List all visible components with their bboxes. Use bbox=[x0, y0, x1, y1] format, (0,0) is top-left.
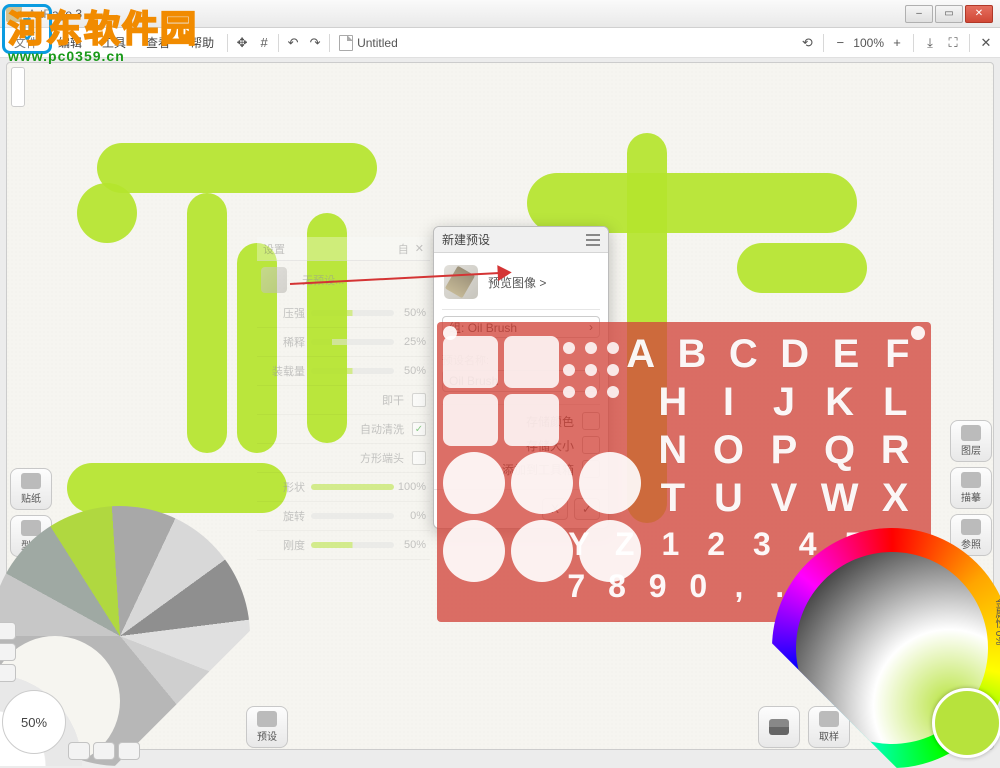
dialog-title: 新建预设 bbox=[442, 231, 490, 248]
separator bbox=[278, 34, 279, 52]
square-label: 方形端头 bbox=[360, 450, 404, 466]
zoom-reset-icon[interactable]: ⟲ bbox=[797, 32, 817, 54]
separator bbox=[329, 34, 330, 52]
maximize-button[interactable]: ▭ bbox=[935, 5, 963, 23]
settings-title: 设置 bbox=[263, 241, 398, 257]
zoom-controls: ⟲ − 100% + ⤓ ⛶ ✕ bbox=[797, 32, 996, 54]
current-color-swatch[interactable] bbox=[932, 688, 1000, 758]
tool-chip[interactable] bbox=[118, 742, 140, 760]
presets-button[interactable]: 预设 bbox=[246, 706, 288, 748]
pressure-slider[interactable] bbox=[311, 310, 394, 316]
rotation-value: 0% bbox=[394, 510, 426, 522]
square-checkbox[interactable] bbox=[412, 451, 426, 465]
autoclean-checkbox[interactable]: ✓ bbox=[412, 422, 426, 436]
layers-button[interactable]: 图层 bbox=[950, 420, 992, 462]
redo-icon[interactable]: ↷ bbox=[304, 32, 326, 54]
zoom-level[interactable]: 100% bbox=[853, 36, 884, 50]
document-title: Untitled bbox=[357, 36, 398, 50]
minimize-button[interactable]: – bbox=[905, 5, 933, 23]
tracing-button[interactable]: 描摹 bbox=[950, 467, 992, 509]
watermark: ⇩ 河东软件园 www.pc0359.cn bbox=[4, 0, 198, 64]
document-icon bbox=[339, 35, 353, 51]
canvas-handle[interactable] bbox=[11, 67, 25, 107]
settings-reset[interactable]: 自 bbox=[398, 241, 409, 257]
paint-stroke bbox=[77, 183, 137, 243]
loading-value: 50% bbox=[394, 365, 426, 377]
paint-stroke bbox=[187, 193, 227, 453]
footprint-icon bbox=[21, 473, 41, 489]
loading-label: 装载量 bbox=[261, 363, 311, 379]
separator bbox=[913, 34, 914, 52]
instadry-label: 即干 bbox=[382, 392, 404, 408]
tool-chip[interactable] bbox=[68, 742, 90, 760]
fullscreen-icon[interactable]: ⛶ bbox=[943, 32, 963, 54]
undo-icon[interactable]: ↶ bbox=[282, 32, 304, 54]
layers-icon bbox=[961, 425, 981, 441]
grid-icon[interactable]: # bbox=[253, 32, 275, 54]
settings-close-icon[interactable]: ✕ bbox=[415, 242, 424, 255]
tracing-icon bbox=[961, 472, 981, 488]
document-tab[interactable]: Untitled bbox=[333, 35, 404, 51]
zoom-fit-icon[interactable]: ⤓ bbox=[920, 32, 940, 54]
dialog-menu-icon[interactable] bbox=[586, 234, 600, 246]
paint-stroke bbox=[737, 243, 867, 293]
stickers-button[interactable]: 贴纸 bbox=[10, 468, 52, 510]
rotation-label: 旋转 bbox=[261, 508, 311, 524]
panel-close-icon[interactable]: ✕ bbox=[976, 32, 996, 54]
tool-picker-wheel[interactable]: 50% bbox=[0, 506, 250, 766]
zoom-out-icon[interactable]: − bbox=[830, 32, 850, 54]
thinners-value: 25% bbox=[394, 336, 426, 348]
tool-chip[interactable] bbox=[0, 643, 16, 661]
separator bbox=[969, 34, 970, 52]
autoclean-label: 自动清洗 bbox=[360, 421, 404, 437]
zoom-in-icon[interactable]: + bbox=[887, 32, 907, 54]
aspect-label: 形状 bbox=[261, 479, 311, 495]
brush-thumbnail-icon bbox=[261, 267, 287, 293]
stiffness-value: 50% bbox=[394, 539, 426, 551]
separator bbox=[823, 34, 824, 52]
move-tool-icon[interactable]: ✥ bbox=[231, 32, 253, 54]
aspect-value: 100% bbox=[394, 481, 426, 493]
tool-chip[interactable] bbox=[0, 664, 16, 682]
aspect-slider[interactable] bbox=[311, 484, 394, 490]
tool-chip[interactable] bbox=[93, 742, 115, 760]
separator bbox=[227, 34, 228, 52]
color-picker-wheel[interactable]: 金属性 0% bbox=[772, 528, 1000, 768]
rotation-slider[interactable] bbox=[311, 513, 394, 519]
pressure-label: 压强 bbox=[261, 305, 311, 321]
instadry-checkbox[interactable] bbox=[412, 393, 426, 407]
close-button[interactable]: ✕ bbox=[965, 5, 993, 23]
metallic-slider[interactable]: 金属性 0% bbox=[990, 562, 1000, 682]
tool-chip[interactable] bbox=[0, 622, 16, 640]
brush-size-dial[interactable]: 50% bbox=[2, 690, 66, 754]
loading-slider[interactable] bbox=[311, 368, 394, 374]
presets-icon bbox=[257, 711, 277, 727]
pressure-value: 50% bbox=[394, 307, 426, 319]
watermark-text: 河东软件园 bbox=[8, 0, 198, 52]
stiffness-slider[interactable] bbox=[311, 542, 394, 548]
stiffness-label: 刚度 bbox=[261, 537, 311, 553]
thinners-label: 稀释 bbox=[261, 334, 311, 350]
thinners-slider[interactable] bbox=[311, 339, 394, 345]
paint-stroke bbox=[527, 173, 857, 233]
paint-stroke bbox=[97, 143, 377, 193]
